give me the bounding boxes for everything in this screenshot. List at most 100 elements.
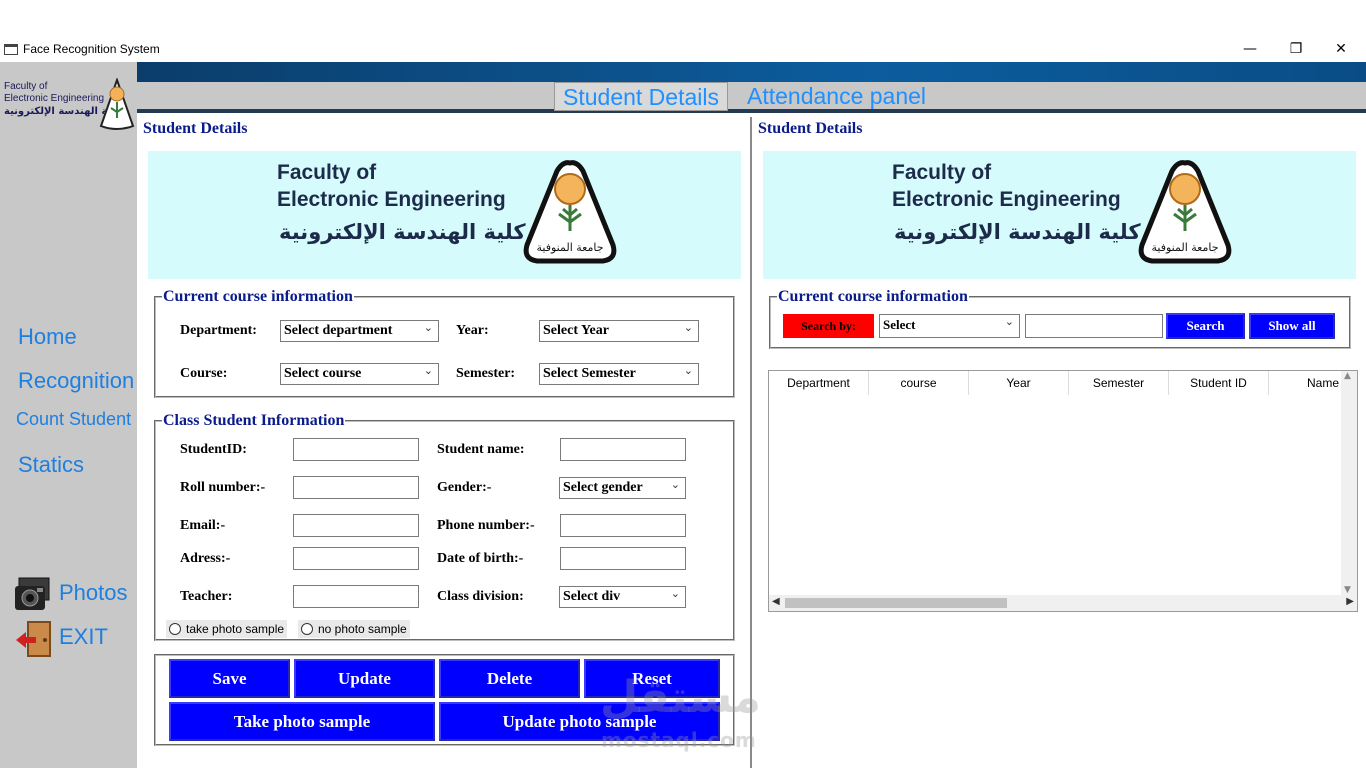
pane-divider (750, 117, 752, 768)
watermark-arabic: مستقل (600, 672, 761, 723)
course-label: Course: (180, 366, 228, 381)
radio-no-photo[interactable]: no photo sample (298, 620, 410, 638)
course-select[interactable]: Select course ⌄ (280, 363, 439, 385)
chevron-down-icon: ⌄ (423, 321, 433, 334)
student-name-label: Student name: (437, 442, 525, 457)
scroll-up-icon[interactable]: ▲ (1344, 371, 1351, 381)
chevron-down-icon: ⌄ (670, 478, 680, 491)
roll-number-input[interactable] (293, 476, 419, 499)
search-legend: Current course information (777, 288, 969, 306)
faculty-line2: Electronic Engineering (892, 188, 1121, 211)
nav-exit[interactable]: EXIT (59, 624, 108, 650)
radio-take-photo[interactable]: take photo sample (166, 620, 288, 638)
chevron-down-icon: ⌄ (1004, 315, 1014, 328)
student-table[interactable]: Department course Year Semester Student … (768, 370, 1358, 612)
column-header-semester[interactable]: Semester (1069, 371, 1169, 395)
roll-number-label: Roll number:- (180, 480, 266, 495)
university-seal-icon (99, 78, 135, 130)
faculty-line2: Electronic Engineering (277, 188, 506, 211)
tab-student-details[interactable]: Student Details (554, 82, 728, 111)
exit-door-icon[interactable] (14, 620, 54, 658)
phone-input[interactable] (560, 514, 686, 537)
university-seal-icon: جامعة المنوفية (523, 160, 617, 264)
radio-circle-icon (169, 623, 181, 635)
scroll-right-icon[interactable]: ▶ (1346, 596, 1354, 607)
nav-recognition[interactable]: Recognition (18, 368, 134, 394)
vertical-scrollbar[interactable]: ▲ ▼ (1341, 371, 1357, 595)
gender-label: Gender:- (437, 480, 492, 495)
faculty-line1: Faculty of (277, 161, 377, 184)
semester-label: Semester: (456, 366, 516, 381)
photos-icon[interactable] (13, 576, 53, 614)
chevron-down-icon: ⌄ (683, 364, 693, 377)
student-info-legend: Class Student Information (162, 412, 346, 430)
nav-statics[interactable]: Statics (18, 452, 84, 478)
watermark-latin: mostaql.com (601, 728, 757, 752)
nav-count-student[interactable]: Count Student (16, 409, 131, 430)
student-name-input[interactable] (560, 438, 686, 461)
tab-bar: Student Details Attendance panel (137, 82, 1366, 113)
tab-attendance-panel[interactable]: Attendance panel (739, 82, 934, 111)
year-select[interactable]: Select Year ⌄ (539, 320, 699, 342)
address-label: Adress:- (180, 551, 231, 566)
save-button[interactable]: Save (169, 659, 290, 698)
chevron-down-icon: ⌄ (423, 364, 433, 377)
seal-text: جامعة المنوفية (537, 241, 604, 254)
course-info-legend: Current course information (162, 288, 354, 306)
studentid-label: StudentID: (180, 442, 247, 457)
year-label: Year: (456, 323, 489, 338)
close-button[interactable]: ✕ (1318, 38, 1364, 62)
take-photo-sample-button[interactable]: Take photo sample (169, 702, 435, 741)
nav-home[interactable]: Home (18, 324, 77, 350)
update-button[interactable]: Update (294, 659, 435, 698)
scroll-left-icon[interactable]: ◀ (772, 596, 780, 607)
right-section-title: Student Details (758, 120, 863, 137)
email-input[interactable] (293, 514, 419, 537)
university-seal-icon: جامعة المنوفية (1138, 160, 1232, 264)
column-header-name[interactable]: Name (1269, 371, 1341, 395)
search-button[interactable]: Search (1166, 313, 1245, 339)
faculty-line3: كلية الهندسة الإلكترونية (894, 220, 1141, 244)
nav-photos[interactable]: Photos (59, 580, 128, 606)
search-by-select[interactable]: Select ⌄ (879, 314, 1020, 338)
search-input[interactable] (1025, 314, 1163, 338)
teacher-label: Teacher: (180, 589, 233, 604)
gender-select[interactable]: Select gender ⌄ (559, 477, 686, 499)
left-section-title: Student Details (143, 120, 248, 137)
sidebar-logo-line1: Faculty of (4, 81, 48, 92)
chevron-down-icon: ⌄ (683, 321, 693, 334)
column-header-year[interactable]: Year (969, 371, 1069, 395)
address-input[interactable] (293, 547, 419, 570)
scroll-down-icon[interactable]: ▼ (1344, 585, 1351, 595)
faculty-line1: Faculty of (892, 161, 992, 184)
left-faculty-banner: Faculty of Electronic Engineering كلية ا… (148, 151, 741, 279)
teacher-input[interactable] (293, 585, 419, 608)
radio-circle-icon (301, 623, 313, 635)
horizontal-scroll-thumb[interactable] (785, 598, 1007, 608)
app-window-icon (4, 44, 18, 55)
sidebar: Faculty of Electronic Engineering كلية ا… (0, 62, 137, 768)
dob-label: Date of birth:- (437, 551, 524, 566)
dob-input[interactable] (560, 547, 686, 570)
window-title: Face Recognition System (23, 42, 160, 56)
email-label: Email:- (180, 518, 226, 533)
restore-button[interactable]: ❐ (1273, 38, 1319, 62)
studentid-input[interactable] (293, 438, 419, 461)
right-faculty-banner: Faculty of Electronic Engineering كلية ا… (763, 151, 1356, 279)
show-all-button[interactable]: Show all (1249, 313, 1335, 339)
sidebar-logo: Faculty of Electronic Engineering كلية ا… (2, 76, 136, 136)
phone-label: Phone number:- (437, 518, 535, 533)
column-header-student-id[interactable]: Student ID (1169, 371, 1269, 395)
division-select[interactable]: Select div ⌄ (559, 586, 686, 608)
seal-text: جامعة المنوفية (1152, 241, 1219, 254)
sidebar-logo-line2: Electronic Engineering (4, 93, 105, 104)
minimize-button[interactable]: — (1227, 38, 1273, 62)
search-by-label: Search by: (783, 314, 874, 338)
horizontal-scrollbar[interactable]: ◀ ▶ (769, 595, 1357, 611)
header-banner (137, 62, 1366, 82)
semester-select[interactable]: Select Semester ⌄ (539, 363, 699, 385)
column-header-department[interactable]: Department (769, 371, 869, 395)
column-header-course[interactable]: course (869, 371, 969, 395)
delete-button[interactable]: Delete (439, 659, 580, 698)
department-select[interactable]: Select department ⌄ (280, 320, 439, 342)
